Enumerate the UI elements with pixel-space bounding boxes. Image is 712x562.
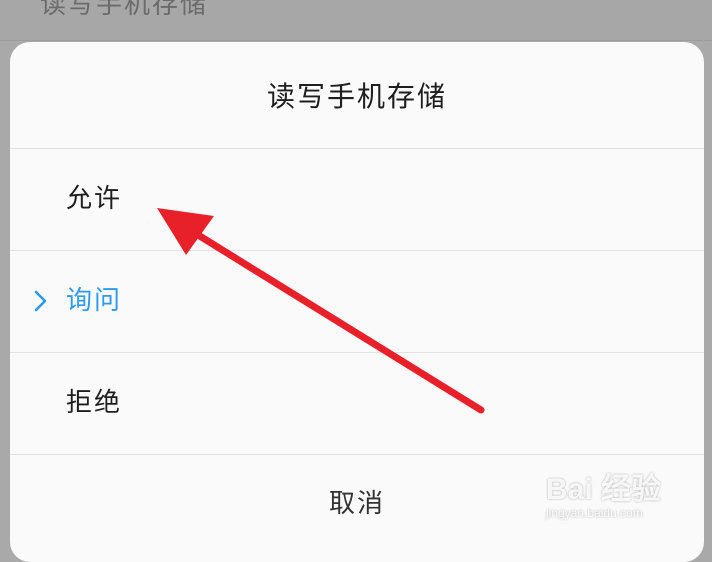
- chevron-right-icon: [30, 288, 52, 314]
- background-list-row: 读写手机存储: [0, 0, 712, 41]
- option-deny-label: 拒绝: [66, 388, 123, 418]
- option-deny[interactable]: 拒绝: [10, 353, 704, 455]
- dialog-title: 读写手机存储: [10, 42, 704, 149]
- watermark-url: jingyan.baidu.com: [546, 506, 643, 520]
- option-allow-label: 允许: [66, 184, 123, 214]
- watermark-logo: Bai 经验: [546, 473, 662, 506]
- option-ask[interactable]: 询问: [10, 251, 704, 353]
- option-allow[interactable]: 允许: [10, 149, 704, 251]
- baidu-jingyan-watermark: Bai 经验 jingyan.baidu.com: [546, 460, 696, 524]
- option-ask-label: 询问: [66, 286, 123, 316]
- background-row-title: 读写手机存储: [40, 0, 209, 20]
